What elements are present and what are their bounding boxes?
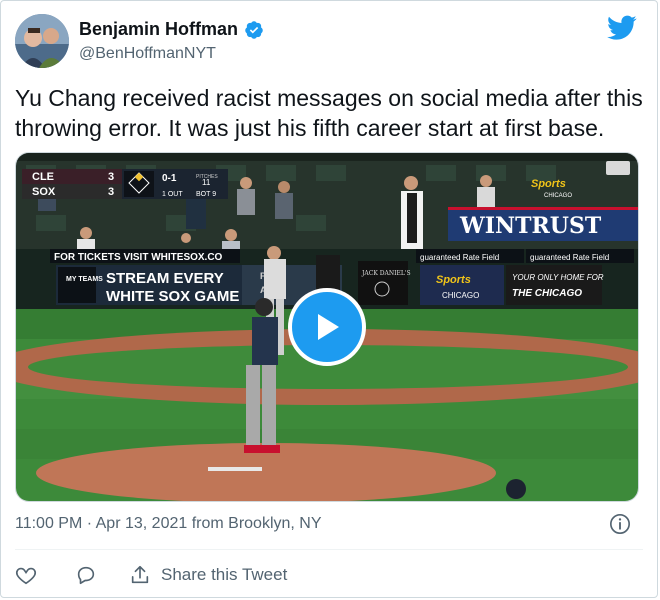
my-teams-logo-text: MY TEAMS [66, 276, 103, 283]
tweet-actions: Share this Tweet [15, 561, 287, 589]
ball-strike-count: 0-1 [162, 173, 177, 184]
stream-sign-line1: STREAM EVERY [106, 270, 224, 287]
nbc-chicago-sign: CHICAGO [442, 291, 479, 300]
tweet-text: Yu Chang received racist messages on soc… [15, 85, 643, 141]
team2-abbr: SOX [32, 186, 56, 198]
guaranteed-rate-sign-2: guaranteed Rate Field [530, 253, 609, 262]
play-icon [318, 314, 339, 340]
reply-button[interactable] [75, 564, 97, 586]
verified-badge-icon [245, 20, 263, 39]
video-player[interactable]: CLE 3 SOX 3 0-1 PITCHES 11 1 OUT BOT 9 W… [15, 152, 639, 502]
outs-indicator: 1 OUT [162, 191, 183, 198]
team2-score: 3 [108, 186, 114, 198]
nbc-chicago-text: CHICAGO [544, 193, 572, 199]
twitter-bird-icon[interactable] [607, 15, 637, 41]
play-button[interactable] [288, 288, 366, 366]
nbc-sports-logo-text: Sports [531, 178, 566, 190]
share-label: Share this Tweet [161, 565, 288, 584]
share-button[interactable]: Share this Tweet [129, 564, 287, 586]
pitch-count: 11 [202, 178, 211, 187]
guaranteed-rate-sign-1: guaranteed Rate Field [420, 253, 499, 262]
share-icon [131, 565, 149, 584]
mlb-logo-icon [606, 161, 630, 175]
heart-icon [15, 567, 37, 585]
info-icon[interactable] [609, 513, 631, 535]
team1-abbr: CLE [32, 171, 54, 183]
author-name[interactable]: Benjamin Hoffman [79, 19, 238, 40]
tweet-timestamp[interactable]: 11:00 PM · Apr 13, 2021 from Brooklyn, N… [15, 515, 322, 533]
author-handle[interactable]: @BenHoffmanNYT [79, 45, 216, 63]
divider [15, 549, 643, 550]
the-chicago-sign: THE CHICAGO [512, 288, 582, 299]
scoreboard: CLE 3 SOX 3 0-1 PITCHES 11 1 OUT BOT 9 [22, 169, 228, 199]
your-only-home-sign: YOUR ONLY HOME FOR [512, 273, 604, 282]
nbc-sports-sign: Sports [436, 274, 471, 286]
author-name-row[interactable]: Benjamin Hoffman [79, 19, 264, 40]
like-button[interactable] [15, 564, 37, 586]
stream-sign-line2: WHITE SOX GAME [106, 288, 239, 305]
reply-bubble-icon [77, 566, 95, 585]
tweet-card: Benjamin Hoffman @BenHoffmanNYT Yu Chang… [0, 0, 658, 598]
tickets-sign: FOR TICKETS VISIT WHITESOX.CO [54, 252, 223, 263]
team1-score: 3 [108, 171, 114, 183]
wintrust-sign: WINTRUST [459, 213, 602, 239]
jack-daniels-sign: JACK DANIEL'S [361, 270, 411, 277]
inning-indicator: BOT 9 [196, 191, 216, 198]
avatar[interactable] [15, 14, 69, 68]
